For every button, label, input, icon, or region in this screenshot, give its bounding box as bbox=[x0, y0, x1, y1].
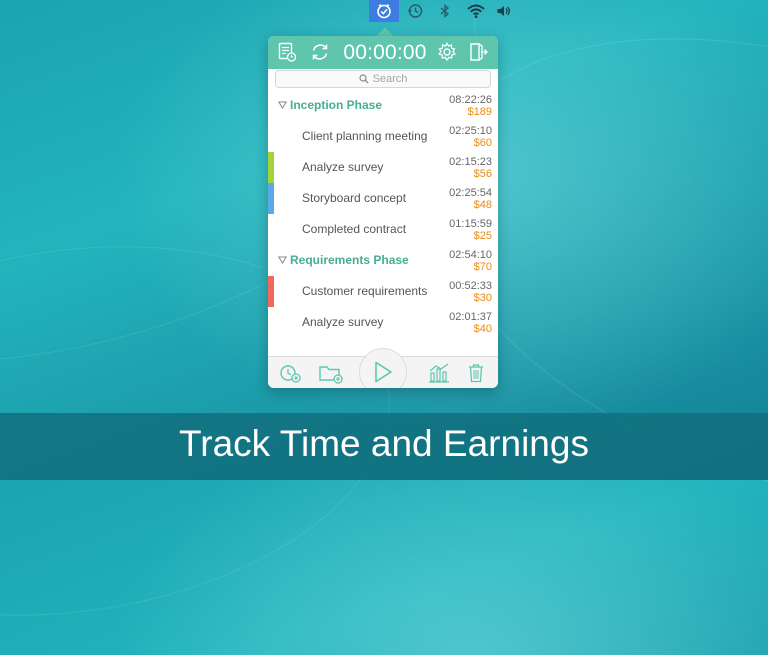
task-earnings: $40 bbox=[473, 323, 492, 335]
task-time: 02:15:23 bbox=[449, 156, 492, 168]
app-clock-icon[interactable] bbox=[369, 0, 399, 22]
caption-banner: Track Time and Earnings bbox=[0, 413, 768, 480]
task-earnings: $60 bbox=[473, 137, 492, 149]
volume-icon[interactable] bbox=[494, 0, 514, 22]
task-name: Completed contract bbox=[302, 222, 407, 236]
group-row-inception-phase[interactable]: Inception Phase 08:22:26 $189 bbox=[268, 90, 498, 121]
popover-toolbar: 00:00:00 bbox=[268, 36, 498, 69]
task-row[interactable]: Analyze survey 02:01:37 $40 bbox=[268, 307, 498, 338]
group-time: 02:54:10 bbox=[449, 249, 492, 261]
report-icon[interactable] bbox=[276, 41, 298, 63]
task-name: Analyze survey bbox=[302, 315, 384, 329]
task-row[interactable]: Client planning meeting 02:25:10 $60 bbox=[268, 121, 498, 152]
group-name: Inception Phase bbox=[290, 98, 383, 112]
exit-icon[interactable] bbox=[467, 41, 489, 63]
search-icon bbox=[358, 74, 369, 84]
task-time: 02:25:54 bbox=[449, 187, 492, 199]
bluetooth-icon[interactable] bbox=[434, 0, 456, 22]
sync-icon[interactable] bbox=[309, 41, 331, 63]
timer-display: 00:00:00 bbox=[343, 41, 427, 64]
task-earnings: $48 bbox=[473, 199, 492, 211]
task-time: 00:52:33 bbox=[449, 280, 492, 292]
task-earnings: $56 bbox=[473, 168, 492, 180]
group-earnings: $189 bbox=[467, 106, 492, 118]
task-row[interactable]: Analyze survey 02:15:23 $56 bbox=[268, 152, 498, 183]
play-icon bbox=[375, 361, 392, 383]
group-name: Requirements Phase bbox=[290, 253, 409, 267]
wifi-icon[interactable] bbox=[464, 0, 488, 22]
task-row[interactable]: Completed contract 01:15:59 $25 bbox=[268, 214, 498, 245]
chart-icon[interactable] bbox=[427, 362, 451, 384]
group-earnings: $70 bbox=[473, 261, 492, 273]
task-name: Analyze survey bbox=[302, 160, 384, 174]
search-field[interactable]: Search bbox=[275, 70, 491, 88]
task-row[interactable]: Customer requirements 00:52:33 $30 bbox=[268, 276, 498, 307]
disclosure-triangle-icon[interactable] bbox=[278, 256, 287, 264]
add-folder-icon[interactable] bbox=[318, 362, 343, 384]
search-placeholder: Search bbox=[372, 73, 408, 85]
task-color-tag bbox=[268, 183, 274, 214]
group-time: 08:22:26 bbox=[449, 94, 492, 106]
time-machine-icon[interactable] bbox=[404, 0, 426, 22]
play-button[interactable] bbox=[359, 348, 407, 388]
bottom-toolbar bbox=[268, 348, 498, 388]
menu-bar bbox=[0, 0, 768, 22]
task-time: 02:01:37 bbox=[449, 311, 492, 323]
task-time: 01:15:59 bbox=[449, 218, 492, 230]
group-row-requirements-phase[interactable]: Requirements Phase 02:54:10 $70 bbox=[268, 245, 498, 276]
task-color-tag bbox=[268, 276, 274, 307]
disclosure-triangle-icon[interactable] bbox=[278, 101, 287, 109]
add-timer-icon[interactable] bbox=[278, 362, 302, 384]
task-earnings: $25 bbox=[473, 230, 492, 242]
task-name: Client planning meeting bbox=[302, 129, 428, 143]
trash-icon[interactable] bbox=[465, 362, 489, 384]
timer-popover: 00:00:00 Search Inception Phase 08:22:26… bbox=[268, 36, 498, 388]
task-row[interactable]: Storyboard concept 02:25:54 $48 bbox=[268, 183, 498, 214]
task-time: 02:25:10 bbox=[449, 125, 492, 137]
task-name: Customer requirements bbox=[302, 284, 428, 298]
task-earnings: $30 bbox=[473, 292, 492, 304]
settings-icon[interactable] bbox=[436, 41, 458, 63]
task-color-tag bbox=[268, 152, 274, 183]
task-name: Storyboard concept bbox=[302, 191, 407, 205]
caption-text: Track Time and Earnings bbox=[179, 423, 589, 464]
